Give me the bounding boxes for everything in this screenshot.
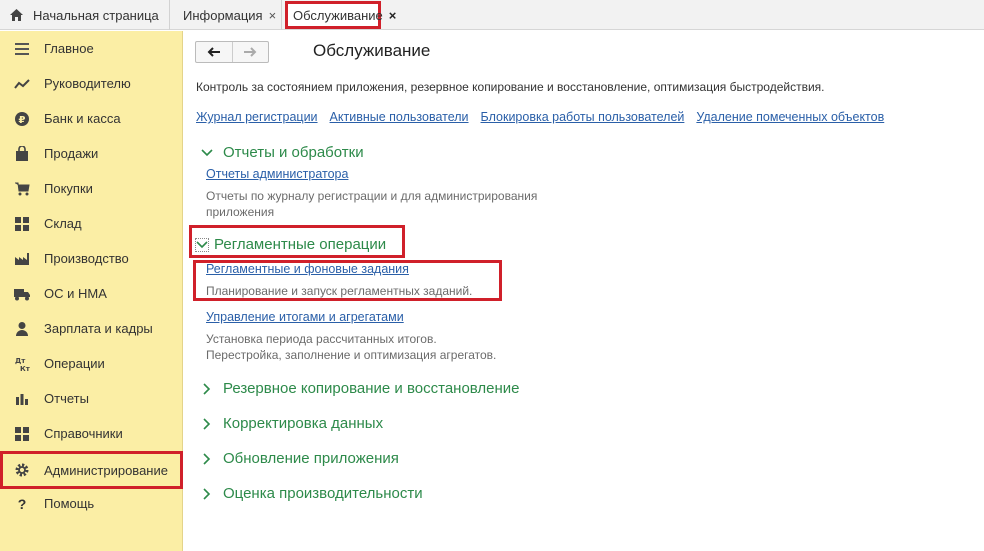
- question-icon: ?: [17, 495, 27, 512]
- link-scheduled-jobs[interactable]: Регламентные и фоновые задания: [206, 262, 409, 276]
- chevron-down-icon: [195, 237, 209, 252]
- factory-icon: [13, 250, 31, 268]
- sidebar-item-label: Администрирование: [44, 462, 168, 478]
- chevron-right-icon: [200, 382, 214, 396]
- cart-icon: [13, 180, 31, 198]
- tab-home[interactable]: Начальная страница: [0, 0, 170, 30]
- section-backup[interactable]: Резервное копирование и восстановление: [200, 380, 520, 397]
- item-description-line: Отчеты по журналу регистрации и для адми…: [206, 189, 538, 203]
- sidebar-item-label: Справочники: [44, 426, 123, 441]
- gear-icon: [13, 461, 31, 479]
- arrow-left-icon: [207, 47, 220, 57]
- sidebar-item-assets[interactable]: ОС и НМА: [0, 276, 183, 311]
- svg-text:₽: ₽: [19, 115, 26, 126]
- sidebar-item-label: Продажи: [44, 146, 99, 161]
- ruble-icon: ₽: [13, 110, 31, 128]
- item-description: Установка периода рассчитанных итогов. П…: [206, 331, 496, 363]
- sidebar-item-help[interactable]: ? Помощь: [0, 486, 183, 521]
- link-user-lock[interactable]: Блокировка работы пользователей: [481, 110, 685, 124]
- svg-text:Кт: Кт: [20, 365, 30, 372]
- sidebar-item-manager[interactable]: Руководителю: [0, 66, 183, 101]
- sidebar-item-label: Главное: [44, 41, 94, 56]
- sidebar-item-label: Зарплата и кадры: [44, 321, 153, 336]
- link-event-log[interactable]: Журнал регистрации: [196, 110, 318, 124]
- section-performance[interactable]: Оценка производительности: [200, 485, 423, 502]
- section-reports[interactable]: Отчеты и обработки: [200, 144, 364, 161]
- tab-info[interactable]: Информация ×: [172, 0, 282, 30]
- truck-icon: [13, 285, 31, 303]
- sidebar-item-production[interactable]: Производство: [0, 241, 183, 276]
- item-description-line: приложения: [206, 205, 275, 219]
- section-title: Оценка производительности: [223, 485, 423, 502]
- item-description: Планирование и запуск регламентных задан…: [206, 283, 472, 299]
- sidebar-item-label: Отчеты: [44, 391, 89, 406]
- item-description-line: Перестройка, заполнение и оптимизация аг…: [206, 348, 497, 362]
- section-data-correction[interactable]: Корректировка данных: [200, 415, 383, 432]
- quick-links: Журнал регистрации Активные пользователи…: [196, 110, 896, 124]
- chevron-right-icon: [200, 417, 214, 431]
- sidebar-item-label: ОС и НМА: [44, 286, 107, 301]
- section-title: Обновление приложения: [223, 450, 399, 467]
- close-icon[interactable]: ×: [389, 8, 397, 23]
- svg-text:Дт: Дт: [15, 357, 26, 365]
- close-icon[interactable]: ×: [269, 8, 277, 23]
- link-active-users[interactable]: Активные пользователи: [330, 110, 469, 124]
- sidebar-item-bank[interactable]: ₽ Банк и касса: [0, 101, 183, 136]
- tab-service[interactable]: Обслуживание ×: [285, 1, 396, 29]
- forward-button[interactable]: [231, 42, 268, 62]
- warehouse-icon: [13, 215, 31, 233]
- link-admin-reports[interactable]: Отчеты администратора: [206, 167, 348, 181]
- chevron-down-icon: [200, 146, 214, 160]
- nav-buttons: [195, 41, 269, 63]
- sidebar-item-label: Банк и касса: [44, 111, 121, 126]
- arrow-right-icon: [244, 47, 257, 57]
- sidebar-item-operations[interactable]: Дт Кт Операции: [0, 346, 183, 381]
- sidebar: Главное Руководителю ₽ Банк и касса Прод…: [0, 31, 183, 551]
- chevron-right-icon: [200, 487, 214, 501]
- section-title: Резервное копирование и восстановление: [223, 380, 520, 397]
- section-title: Отчеты и обработки: [223, 144, 364, 161]
- sidebar-item-salary[interactable]: Зарплата и кадры: [0, 311, 183, 346]
- link-totals-aggregates[interactable]: Управление итогами и агрегатами: [206, 310, 404, 324]
- trend-icon: [13, 75, 31, 93]
- sidebar-item-label: Покупки: [44, 181, 93, 196]
- section-routine-ops[interactable]: Регламентные операции: [195, 236, 386, 253]
- bar-chart-icon: [13, 390, 31, 408]
- tab-bar: Начальная страница Информация × Обслужив…: [0, 0, 984, 30]
- chevron-right-icon: [200, 452, 214, 466]
- sidebar-item-reports[interactable]: Отчеты: [0, 381, 183, 416]
- sidebar-item-purchases[interactable]: Покупки: [0, 171, 183, 206]
- sidebar-item-warehouse[interactable]: Склад: [0, 206, 183, 241]
- menu-icon: [13, 40, 31, 58]
- item-description-line: Установка периода рассчитанных итогов.: [206, 332, 437, 346]
- books-icon: [13, 425, 31, 443]
- back-button[interactable]: [196, 42, 232, 62]
- page-title: Обслуживание: [313, 41, 431, 60]
- sidebar-item-label: Склад: [44, 216, 82, 231]
- sidebar-item-admin[interactable]: Администрирование: [0, 451, 183, 489]
- tab-info-label: Информация: [183, 7, 263, 23]
- sidebar-item-main[interactable]: Главное: [0, 31, 183, 66]
- tab-service-label: Обслуживание: [293, 7, 383, 23]
- person-icon: [13, 320, 31, 338]
- dt-kt-icon: Дт Кт: [13, 355, 31, 373]
- tab-home-label: Начальная страница: [33, 7, 159, 23]
- item-description: Отчеты по журналу регистрации и для адми…: [206, 188, 537, 220]
- home-icon: [10, 9, 23, 21]
- sidebar-item-label: Руководителю: [44, 76, 131, 91]
- bag-icon: [13, 145, 31, 163]
- page-description: Контроль за состоянием приложения, резер…: [196, 80, 825, 94]
- main-panel: Обслуживание Контроль за состоянием прил…: [184, 31, 984, 551]
- sidebar-item-label: Помощь: [44, 496, 95, 511]
- sidebar-item-label: Операции: [44, 356, 105, 371]
- sidebar-item-sales[interactable]: Продажи: [0, 136, 183, 171]
- sidebar-item-label: Производство: [44, 251, 129, 266]
- link-delete-marked[interactable]: Удаление помеченных объектов: [696, 110, 884, 124]
- item-description-line: Планирование и запуск регламентных задан…: [206, 284, 473, 298]
- section-title: Регламентные операции: [214, 236, 387, 253]
- sidebar-item-catalogs[interactable]: Справочники: [0, 416, 183, 451]
- section-app-update[interactable]: Обновление приложения: [200, 450, 399, 467]
- section-title: Корректировка данных: [223, 415, 384, 432]
